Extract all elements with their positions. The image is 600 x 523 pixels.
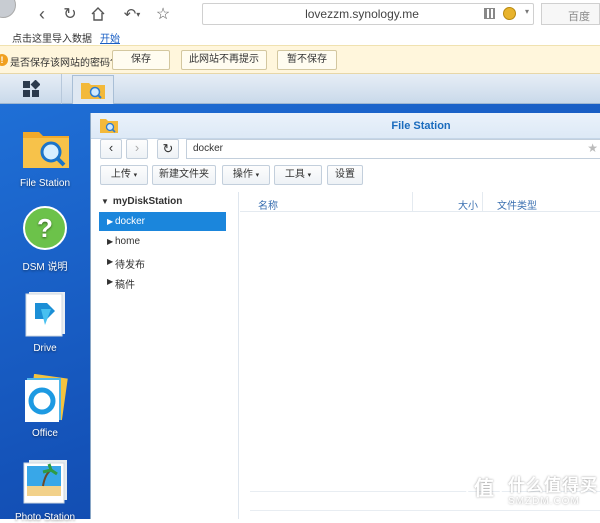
- refresh-button[interactable]: ↻: [157, 139, 179, 159]
- column-size[interactable]: 大小: [413, 192, 483, 212]
- browser-toolbar: ‹ ↻ ↶▾ ☆ lovezzm.synology.me ▾ 百度: [0, 0, 600, 28]
- bookmarks-bar: 点击这里导入数据开始: [0, 28, 600, 45]
- reload-icon[interactable]: ↻: [59, 3, 81, 25]
- undo-icon[interactable]: ↶▾: [118, 3, 146, 25]
- warning-icon: !: [0, 54, 8, 66]
- main-menu-button[interactable]: [0, 74, 62, 104]
- desktop-file-station[interactable]: File Station: [0, 124, 90, 189]
- tree-item-label: docker: [115, 216, 145, 227]
- caret-right-icon: ▶: [107, 277, 113, 286]
- folder-search-icon: [80, 80, 106, 100]
- desktop-label: Office: [0, 428, 90, 439]
- desktop-photo-station[interactable]: Photo Station: [0, 458, 90, 523]
- column-name[interactable]: 名称: [250, 192, 413, 212]
- desktop-label: File Station: [0, 178, 90, 189]
- desktop-drive[interactable]: Drive: [0, 289, 90, 354]
- list-header: 名称 大小 文件类型: [240, 192, 600, 212]
- tools-label: 工具: [285, 169, 305, 180]
- not-now-button[interactable]: 暂不保存: [277, 50, 337, 70]
- tree-item-drafts[interactable]: ▶稿件: [99, 272, 226, 291]
- path-field[interactable]: docker ★: [186, 139, 600, 159]
- svg-text:?: ?: [37, 213, 53, 243]
- watermark-title: 什么值得买: [508, 471, 598, 496]
- folder-search-icon: [21, 124, 69, 172]
- upload-label: 上传: [111, 169, 131, 180]
- drive-icon: [21, 289, 69, 337]
- desktop-label: Photo Station: [0, 512, 90, 523]
- taskbar-file-station[interactable]: [72, 75, 114, 104]
- chevron-down-icon[interactable]: ▾: [525, 7, 529, 16]
- desktop-office[interactable]: Office: [0, 374, 90, 439]
- window-title: File Station: [91, 120, 600, 132]
- save-password-button[interactable]: 保存: [112, 50, 170, 70]
- tree-item-label: 稿件: [115, 280, 135, 291]
- start-link[interactable]: 开始: [100, 34, 120, 45]
- path-text: docker: [193, 143, 223, 154]
- caret-right-icon: ▶: [107, 217, 113, 226]
- search-engine-box[interactable]: 百度: [541, 3, 600, 25]
- tools-button[interactable]: 工具 ▾: [274, 165, 322, 185]
- star-icon[interactable]: ☆: [152, 3, 174, 25]
- action-button[interactable]: 操作 ▾: [222, 165, 270, 185]
- action-label: 操作: [233, 169, 253, 180]
- tree-item-label: home: [115, 236, 140, 247]
- never-for-site-button[interactable]: 此网站不再提示: [181, 50, 267, 70]
- help-icon: ?: [21, 204, 69, 252]
- home-icon[interactable]: [87, 3, 109, 25]
- url-text: lovezzm.synology.me: [203, 7, 481, 21]
- watermark-logo: 值 什么值得买 SMZDM.COM: [466, 469, 594, 513]
- tree-root-label: myDiskStation: [113, 196, 182, 207]
- watermark-domain: SMZDM.COM: [508, 496, 580, 507]
- upload-button[interactable]: 上传 ▾: [100, 165, 148, 185]
- file-station-window: File Station ‹ › ↻ docker ★ 上传 ▾ 新建文件夹 操…: [90, 113, 600, 519]
- watermark-circle: 值: [466, 471, 502, 507]
- folder-tree: ▼myDiskStation ▶docker ▶home ▶待发布 ▶稿件: [91, 192, 239, 519]
- address-bar[interactable]: lovezzm.synology.me ▾: [202, 3, 534, 25]
- tree-root[interactable]: ▼myDiskStation: [101, 196, 182, 207]
- tree-item-pending[interactable]: ▶待发布: [99, 252, 226, 271]
- settings-button[interactable]: 设置: [327, 165, 363, 185]
- office-icon: [21, 374, 69, 422]
- save-password-bar: ! 是否保存该网站的密码? 保存 此网站不再提示 暂不保存: [0, 45, 600, 74]
- caret-right-icon: ▶: [107, 257, 113, 266]
- tree-item-label: 待发布: [115, 260, 145, 271]
- forward-button[interactable]: ›: [126, 139, 148, 159]
- qr-icon[interactable]: [484, 8, 495, 19]
- desktop-label: DSM 说明: [0, 258, 90, 273]
- photo-icon: [21, 458, 69, 506]
- new-folder-button[interactable]: 新建文件夹: [152, 165, 216, 185]
- tree-item-docker[interactable]: ▶docker: [99, 212, 226, 231]
- tree-item-home[interactable]: ▶home: [99, 232, 226, 251]
- save-password-prompt: 是否保存该网站的密码?: [10, 54, 116, 69]
- column-type[interactable]: 文件类型: [483, 192, 600, 212]
- profile-avatar[interactable]: [0, 0, 16, 18]
- star-icon[interactable]: ★: [587, 141, 598, 155]
- desktop-dsm-help[interactable]: ? DSM 说明: [0, 204, 90, 273]
- extension-icon[interactable]: [503, 7, 516, 20]
- back-button[interactable]: ‹: [100, 139, 122, 159]
- caret-right-icon: ▶: [107, 237, 113, 246]
- window-title-bar[interactable]: File Station: [91, 113, 600, 139]
- back-icon[interactable]: ‹: [31, 3, 53, 25]
- dsm-taskbar: [0, 74, 600, 104]
- desktop-label: Drive: [0, 343, 90, 354]
- grid-icon: [22, 80, 40, 98]
- import-bookmarks-text: 点击这里导入数据: [12, 34, 92, 45]
